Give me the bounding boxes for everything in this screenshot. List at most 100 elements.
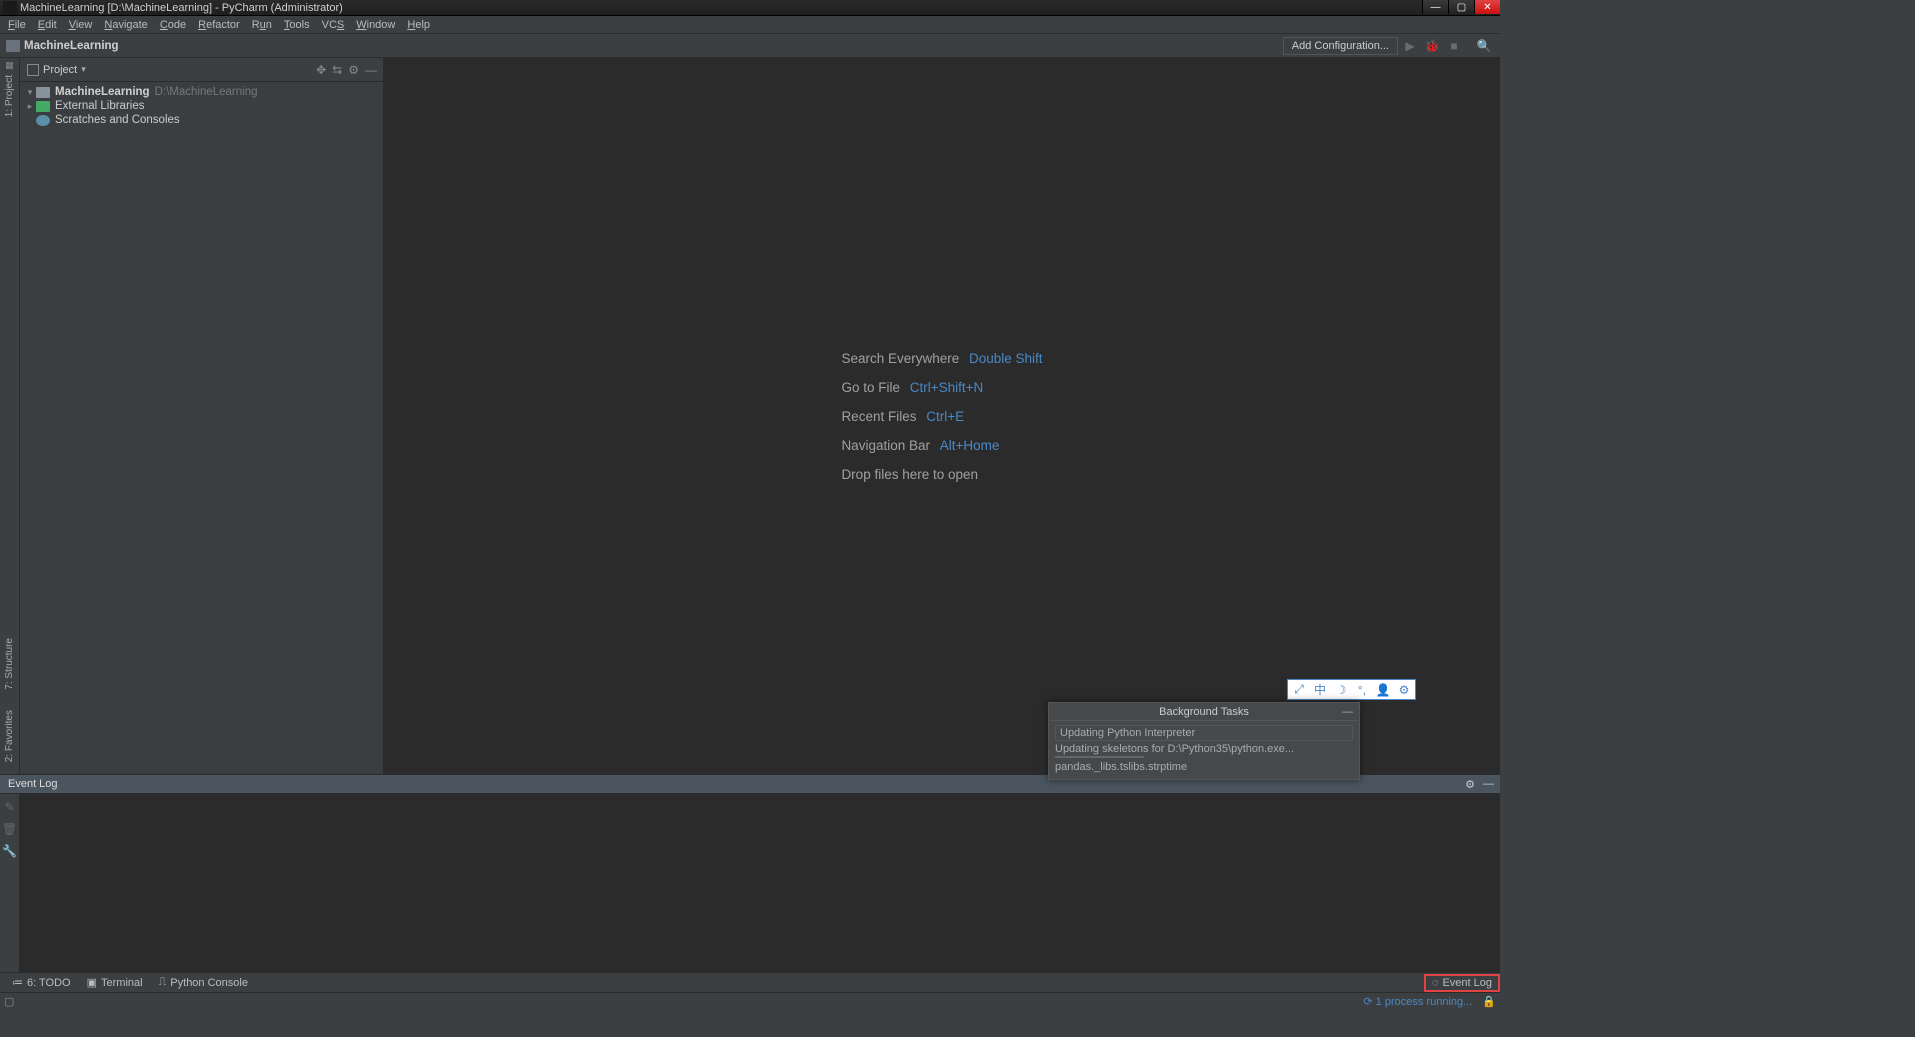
tool-windows-quick-icon[interactable]: ▢	[4, 995, 14, 1008]
status-bar: ▢ ⟳ 1 process running... 🔒	[0, 992, 1500, 1010]
ime-moon-icon[interactable]: ☽	[1332, 681, 1350, 698]
hint-label: Drop files here to open	[841, 467, 978, 482]
hide-icon[interactable]: —	[365, 63, 377, 77]
locate-icon[interactable]: ✥	[316, 63, 326, 77]
event-log-body: ✎ 🗑 🔧	[0, 794, 1500, 972]
ime-expand-icon[interactable]: ⤢	[1290, 681, 1308, 698]
breadcrumb-project[interactable]: MachineLearning	[24, 40, 119, 52]
editor-hints: Search Everywhere Double Shift Go to Fil…	[841, 337, 1042, 496]
menu-tools[interactable]: Tools	[278, 18, 316, 32]
menu-run[interactable]: Run	[246, 18, 278, 32]
sidebar-tab-project[interactable]: 1: Project	[4, 71, 15, 121]
ime-comma-icon[interactable]: °,	[1353, 681, 1371, 698]
tree-item-label: External Libraries	[55, 100, 144, 112]
tree-row-external-libs[interactable]: ▸ External Libraries	[20, 99, 383, 113]
ime-lang-icon[interactable]: 中	[1311, 681, 1329, 698]
minimize-icon[interactable]: —	[1342, 706, 1353, 718]
tree-row-project-root[interactable]: ▾ MachineLearning D:\MachineLearning	[20, 85, 383, 99]
stop-button[interactable]: ■	[1444, 36, 1464, 56]
task-row: pandas._libs.tslibs.strptime	[1055, 760, 1353, 774]
hide-icon[interactable]: —	[1483, 778, 1494, 791]
hint-label: Search Everywhere	[841, 351, 959, 366]
lock-icon[interactable]: 🔒	[1482, 995, 1496, 1008]
menu-window[interactable]: Window	[350, 18, 401, 32]
task-text: pandas._libs.tslibs.strptime	[1055, 761, 1187, 773]
tree-item-path: D:\MachineLearning	[155, 86, 258, 98]
run-button[interactable]: ▶	[1400, 36, 1420, 56]
window-title: MachineLearning [D:\MachineLearning] - P…	[20, 2, 343, 14]
todo-tool-button[interactable]: ≔ 6: TODO	[4, 976, 79, 989]
left-tool-gutter: ▦ 1: Project 7: Structure 2: Favorites	[0, 58, 20, 774]
background-tasks-title: Background Tasks	[1159, 706, 1249, 718]
app-icon	[3, 1, 17, 15]
library-icon	[36, 101, 50, 112]
hint-shortcut: Alt+Home	[940, 438, 1000, 453]
project-view-icon	[26, 63, 40, 77]
edit-icon[interactable]: ✎	[4, 800, 14, 814]
project-tool-window: Project ▾ ✥ ⇆ ⚙ — ▾ MachineLearning D:\M…	[20, 58, 384, 774]
eventlog-icon: ◌	[1432, 977, 1439, 989]
menu-edit[interactable]: Edit	[32, 18, 63, 32]
hint-label: Navigation Bar	[841, 438, 930, 453]
background-tasks-body: Updating Python Interpreter Updating ske…	[1049, 721, 1359, 779]
menu-help[interactable]: Help	[401, 18, 436, 32]
trash-icon[interactable]: 🗑	[2, 822, 17, 836]
todo-label: 6: TODO	[27, 977, 71, 989]
window-minimize-button[interactable]: —	[1422, 0, 1448, 14]
background-tasks-popup: Background Tasks — Updating Python Inter…	[1048, 702, 1360, 780]
chevron-down-icon[interactable]: ▾	[81, 64, 86, 75]
window-titlebar: MachineLearning [D:\MachineLearning] - P…	[0, 0, 1500, 16]
project-tab-square-icon: ▦	[5, 60, 14, 71]
separator	[1466, 36, 1472, 56]
expand-toggle[interactable]: ▾	[24, 87, 36, 98]
gear-icon[interactable]: ⚙	[348, 63, 359, 77]
progress-bar	[1055, 756, 1144, 758]
process-running-link[interactable]: ⟳ 1 process running...	[1363, 995, 1472, 1008]
ime-gear-icon[interactable]: ⚙	[1395, 681, 1413, 698]
scratch-icon	[36, 115, 50, 126]
collapse-icon[interactable]: ⇆	[332, 63, 342, 77]
task-text: Updating skeletons for D:\Python35\pytho…	[1055, 743, 1294, 755]
menu-view[interactable]: View	[63, 18, 99, 32]
python-icon: ⎍	[159, 976, 167, 989]
ime-person-icon[interactable]: 👤	[1374, 681, 1392, 698]
tree-item-label: MachineLearning	[55, 86, 150, 98]
terminal-tool-button[interactable]: ▣ Terminal	[79, 976, 151, 989]
editor-empty-state: Search Everywhere Double Shift Go to Fil…	[384, 58, 1500, 774]
event-log-tool-button[interactable]: ◌ Event Log	[1424, 974, 1500, 992]
task-row: Updating skeletons for D:\Python35\pytho…	[1055, 742, 1353, 759]
task-text: Updating Python Interpreter	[1060, 727, 1195, 739]
menu-navigate[interactable]: Navigate	[98, 18, 153, 32]
project-panel-title[interactable]: Project	[43, 64, 77, 76]
hint-row: Recent Files Ctrl+E	[841, 409, 1042, 424]
event-log-gutter: ✎ 🗑 🔧	[0, 794, 20, 972]
add-configuration-button[interactable]: Add Configuration...	[1283, 37, 1398, 55]
terminal-label: Terminal	[101, 977, 143, 989]
hint-shortcut: Ctrl+Shift+N	[910, 380, 984, 395]
hint-shortcut: Ctrl+E	[926, 409, 964, 424]
window-maximize-button[interactable]: ▢	[1448, 0, 1474, 14]
search-button[interactable]: 🔍	[1474, 36, 1494, 56]
navigation-bar: MachineLearning Add Configuration... ▶ 🐞…	[0, 34, 1500, 58]
wrench-icon[interactable]: 🔧	[2, 844, 17, 858]
gear-icon[interactable]: ⚙	[1465, 778, 1475, 791]
tree-row-scratches[interactable]: Scratches and Consoles	[20, 113, 383, 127]
sidebar-tab-favorites[interactable]: 2: Favorites	[4, 706, 15, 766]
expand-toggle[interactable]: ▸	[24, 101, 36, 112]
menu-vcs[interactable]: VCS	[316, 18, 351, 32]
window-close-button[interactable]: ✕	[1474, 0, 1500, 14]
main-menubar: File Edit View Navigate Code Refactor Ru…	[0, 16, 1500, 34]
list-icon: ≔	[12, 976, 23, 989]
menu-code[interactable]: Code	[154, 18, 192, 32]
hint-label: Recent Files	[841, 409, 916, 424]
menu-file[interactable]: File	[2, 18, 32, 32]
background-tasks-header[interactable]: Background Tasks —	[1049, 703, 1359, 721]
menu-refactor[interactable]: Refactor	[192, 18, 246, 32]
main-area: ▦ 1: Project 7: Structure 2: Favorites P…	[0, 58, 1500, 774]
eventlog-label: Event Log	[1442, 977, 1492, 989]
debug-button[interactable]: 🐞	[1422, 36, 1442, 56]
floating-ime-toolbar[interactable]: ⤢ 中 ☽ °, 👤 ⚙	[1287, 679, 1416, 700]
python-console-label: Python Console	[170, 977, 248, 989]
sidebar-tab-structure[interactable]: 7: Structure	[4, 634, 15, 694]
python-console-tool-button[interactable]: ⎍ Python Console	[151, 976, 256, 989]
